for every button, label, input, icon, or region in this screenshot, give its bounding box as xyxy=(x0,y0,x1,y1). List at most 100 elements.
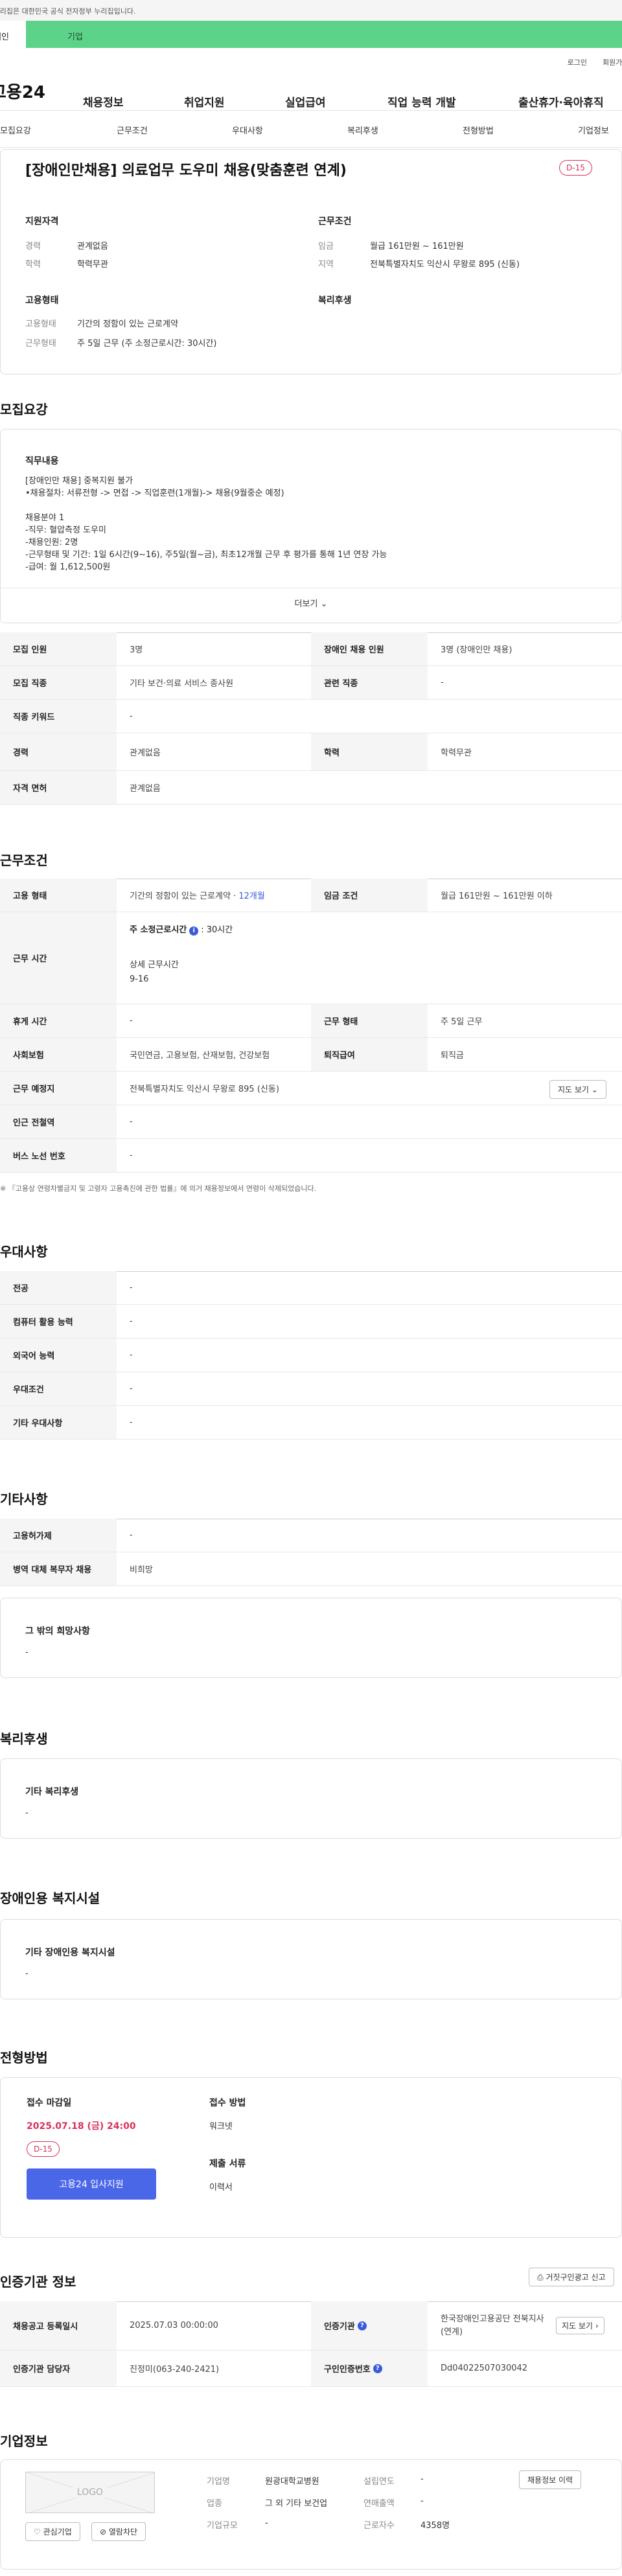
tab-company[interactable]: 기업 xyxy=(26,21,622,48)
job-description-label: 직무내용 xyxy=(25,456,59,466)
weekly-hours: 주 소정근로시간 i: 30시간 xyxy=(130,925,233,936)
career-value: 관계없음 xyxy=(77,242,108,251)
other-wishes-label: 그 밖의 희망사항 xyxy=(25,1626,90,1637)
table-row: 근무 예정지 전북특별자치도 익산시 무왕로 895 (신동) 지도 보기 ⌄ xyxy=(0,1072,622,1105)
chevron-down-icon: ⌄ xyxy=(320,599,328,609)
table-row: 외국어 능력 - xyxy=(0,1339,622,1372)
table-row: 우대조건 - xyxy=(0,1372,622,1406)
region-key: 지역 xyxy=(318,260,334,270)
info-icon[interactable]: i xyxy=(189,926,199,936)
section-title-company: 기업정보 xyxy=(0,2433,48,2449)
documents-label: 제출 서류 xyxy=(209,2159,246,2169)
info-icon[interactable]: ? xyxy=(357,2321,367,2330)
apply-button[interactable]: 고용24 입사지원 xyxy=(27,2168,156,2200)
welfare-card: 기타 복리후생 - xyxy=(0,1758,622,1839)
table-row: 병역 대체 복무자 채용 비희망 xyxy=(0,1552,622,1586)
chevron-down-icon: ⌄ xyxy=(591,1085,598,1094)
gnb-item-unemployment-benefit[interactable]: 실업급여 xyxy=(285,93,326,109)
gnb-item-jobs[interactable]: 채용정보 xyxy=(83,93,124,109)
qualification-label: 지원자격 xyxy=(25,216,59,227)
gnb-item-job-training[interactable]: 직업 능력 개발 xyxy=(387,93,456,109)
section-title-etc: 기타사항 xyxy=(0,1491,48,1507)
facility-other-value: - xyxy=(25,1969,29,1979)
company-history-button[interactable]: 채용정보 이력 xyxy=(519,2470,582,2489)
print-icon: ⎙ xyxy=(537,2273,544,2282)
table-row: 인근 전철역 - xyxy=(0,1105,622,1139)
wage-key: 임금 xyxy=(318,242,334,251)
anchor-welfare[interactable]: 복리후생 xyxy=(347,124,378,136)
contract-months: 12개월 xyxy=(238,891,265,901)
employment-type-value: 기간의 정함이 있는 근로계약 xyxy=(77,319,178,329)
anchor-company[interactable]: 기업정보 xyxy=(578,124,609,136)
education-key: 학력 xyxy=(25,260,41,270)
info-icon[interactable]: ? xyxy=(373,2363,382,2373)
site-logo[interactable]: 고용24 xyxy=(0,79,72,103)
map-view-button[interactable]: 지도 보기 ⌄ xyxy=(549,1080,606,1099)
company-name: 원광대학교병원 xyxy=(265,2477,319,2487)
detail-hours-label: 상세 근무시간 xyxy=(130,960,179,970)
table-row: 모집 직종 기타 보건·의료 서비스 종사원 관련 직종 - xyxy=(0,666,622,700)
table-row: 기타 우대사항 - xyxy=(0,1406,622,1440)
section-title-welfare: 복리후생 xyxy=(0,1731,48,1747)
gov-banner: 이 누리집은 대한민국 공식 전자정부 누리집입니다. xyxy=(0,0,622,21)
global-nav: 고용24 채용정보 취업지원 실업급여 직업 능력 개발 출산휴가·육아휴직 xyxy=(0,71,622,110)
section-title-selection: 전형방법 xyxy=(0,2050,48,2065)
job-description-text: [장애인만 채용] 중복지원 불가 •채용절차: 서류전형 -> 면접 -> 직… xyxy=(25,476,387,572)
region-value: 전북특별자치도 익산시 무왕로 895 (신동) xyxy=(370,260,520,270)
company-card: LOGO ♡ 관심기업 ⊘ 열람차단 기업명 원광대학교병원 설립연도 - 업종… xyxy=(0,2459,622,2570)
more-button[interactable]: 더보기 ⌄ xyxy=(1,597,621,609)
wage-value: 월급 161만원 ~ 161만원 xyxy=(370,242,464,251)
table-row: 사회보험 국민연금, 고용보험, 산재보험, 건강보험 퇴직급여 퇴직금 xyxy=(0,1038,622,1072)
gnb-item-parental-leave[interactable]: 출산휴가·육아휴직 xyxy=(518,93,604,109)
favorite-company-button[interactable]: ♡ 관심기업 xyxy=(25,2522,80,2541)
welfare-other-label: 기타 복리후생 xyxy=(25,1787,79,1797)
facility-card: 기타 장애인용 복지시설 - xyxy=(0,1919,622,1999)
detail-hours-value: 9-16 xyxy=(130,974,149,984)
user-type-tabs: 개인 기업 xyxy=(0,21,622,48)
gov-banner-text: 이 누리집은 대한민국 공식 전자정부 누리집입니다. xyxy=(0,7,136,16)
dday-badge: D-15 xyxy=(559,160,592,176)
table-row: 전공 - xyxy=(0,1271,622,1305)
table-row: 인증기관 담당자 진정미(063-240-2421) 구인인증번호? Dd0402… xyxy=(0,2351,622,2387)
work-condition-label: 근무조건 xyxy=(318,216,352,227)
welfare-other-value: - xyxy=(25,1808,29,1818)
education-value: 학력무관 xyxy=(77,260,108,270)
table-row: 직종 키워드 - xyxy=(0,700,622,733)
cert-map-button[interactable]: 지도 보기 › xyxy=(556,2317,605,2334)
table-row: 고용 형태 기간의 정함이 있는 근로계약 · 12개월 임금 조건 월급 161… xyxy=(0,879,622,912)
tab-personal[interactable]: 개인 xyxy=(0,21,26,48)
dday-badge: D-15 xyxy=(27,2141,60,2157)
table-row: 컴퓨터 활용 능력 - xyxy=(0,1305,622,1339)
employment-type-key: 고용형태 xyxy=(25,319,56,329)
documents-value: 이력서 xyxy=(209,2183,233,2192)
section-title-recruit: 모집요강 xyxy=(0,402,48,417)
table-row: 채용공고 등록일시 2025.07.03 00:00:00 인증기관? 한국장애인… xyxy=(0,2301,622,2351)
anchor-recruit[interactable]: 모집요강 xyxy=(0,124,31,136)
job-description-card: 직무내용 [장애인만 채용] 중복지원 불가 •채용절차: 서류전형 -> 면접… xyxy=(0,429,622,623)
method-label: 접수 방법 xyxy=(209,2098,246,2108)
anchor-nav: 모집요강 근무조건 우대사항 복리후생 전형방법 기업정보 xyxy=(0,110,622,148)
anchor-prefer[interactable]: 우대사항 xyxy=(232,124,263,136)
section-title-prefer: 우대사항 xyxy=(0,1244,48,1259)
other-wishes-card: 그 밖의 희망사항 - xyxy=(0,1598,622,1678)
other-wishes-value: - xyxy=(25,1648,29,1657)
gnb-item-employment-support[interactable]: 취업지원 xyxy=(184,93,225,109)
table-row: 고용허가제 - xyxy=(0,1519,622,1552)
job-summary-card: [장애인만채용] 의료업무 도우미 채용(맞춤훈련 연계) D-15 지원자격 … xyxy=(0,149,622,374)
utility-links: 로그인 회원가입 xyxy=(0,48,622,71)
work-type-value: 주 5일 근무 (주 소정근로시간: 30시간) xyxy=(77,339,217,349)
anchor-selection[interactable]: 전형방법 xyxy=(463,124,494,136)
chevron-right-icon: › xyxy=(595,2321,599,2330)
heart-icon: ♡ xyxy=(34,2527,41,2536)
welfare-label: 복리후생 xyxy=(318,295,352,306)
section-title-facility: 장애인용 복지시설 xyxy=(0,1891,100,1906)
join-link[interactable]: 회원가입 xyxy=(603,57,622,71)
work-type-key: 근무형태 xyxy=(25,339,56,349)
block-icon: ⊘ xyxy=(100,2527,107,2536)
anchor-work[interactable]: 근무조건 xyxy=(117,124,148,136)
login-link[interactable]: 로그인 xyxy=(568,57,587,71)
selection-card: 접수 마감일 2025.07.18 (금) 24:00 D-15 고용24 입사… xyxy=(0,2077,622,2238)
report-fake-ad-button[interactable]: ⎙ 거짓구인광고 신고 xyxy=(529,2268,614,2286)
deadline-value: 2025.07.18 (금) 24:00 xyxy=(27,2121,136,2132)
block-view-button[interactable]: ⊘ 열람차단 xyxy=(91,2522,146,2541)
